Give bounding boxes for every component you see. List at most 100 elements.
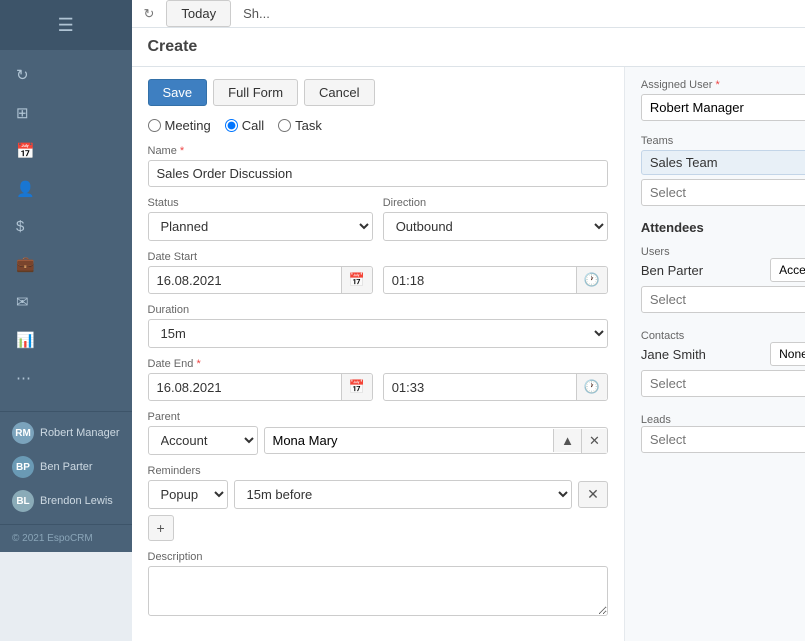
assigned-user-section: Assigned User * ▲ ✕ <box>641 79 805 121</box>
refresh-icon[interactable]: ↻ <box>144 6 155 22</box>
reminders-label: Reminders <box>148 465 608 477</box>
teams-select-field[interactable]: ▲ <box>641 179 805 206</box>
today-button[interactable]: Today <box>166 0 231 27</box>
date-start-input[interactable] <box>149 268 341 293</box>
date-start-row: Date Start 📅 🕐 <box>148 251 608 294</box>
direction-select[interactable]: Outbound Inbound <box>383 212 608 241</box>
add-reminder-button[interactable]: + <box>148 515 174 541</box>
contacts-select-input[interactable] <box>642 371 805 396</box>
date-end-field: 📅 <box>148 373 373 401</box>
sidebar-item-envelope[interactable]: ✉ <box>0 285 132 319</box>
reminders-row: Reminders Popup Email 5m before 10m befo… <box>148 465 608 541</box>
status-label: Status <box>148 197 373 209</box>
sidebar-item-calendar[interactable]: 📅 <box>0 134 132 168</box>
sidebar-item-more[interactable]: ⋯ <box>0 361 132 395</box>
parent-label: Parent <box>148 411 608 423</box>
users-select-input[interactable] <box>642 287 805 312</box>
attendee-status-select-ben[interactable]: Accepted Declined Tentative None <box>770 258 805 282</box>
calendar-icon: 📅 <box>16 142 35 160</box>
clock-end-icon[interactable]: 🕐 <box>576 374 607 400</box>
calendar-end-icon[interactable]: 📅 <box>341 374 372 400</box>
cancel-button[interactable]: Cancel <box>304 79 374 106</box>
teams-label: Teams <box>641 135 805 147</box>
teams-select-input[interactable] <box>642 180 805 205</box>
attendee-status-select-jane[interactable]: Accepted Declined Tentative None <box>770 342 805 366</box>
sidebar-item-briefcase[interactable]: 💼 <box>0 247 132 281</box>
parent-clear-icon[interactable]: ✕ <box>581 429 607 453</box>
name-label: Name * <box>148 145 608 157</box>
sidebar-item-chart[interactable]: 📊 <box>0 323 132 357</box>
name-field-row: Name * <box>148 145 608 187</box>
calendar-picker-icon[interactable]: 📅 <box>341 267 372 293</box>
contacts-section-label: Contacts <box>641 330 684 342</box>
attendees-contacts: Contacts Jane Smith Accepted Declined Te… <box>641 327 805 397</box>
avatar: BL <box>12 490 34 512</box>
sidebar-item-refresh[interactable]: ↻ <box>0 58 132 92</box>
attendee-name-ben: Ben Parter <box>641 263 764 278</box>
direction-label: Direction <box>383 197 608 209</box>
sidebar-contacts: RM Robert Manager BP Ben Parter BL Brend… <box>0 411 132 522</box>
avatar: BP <box>12 456 34 478</box>
share-label: Sh... <box>243 6 270 21</box>
duration-label: Duration <box>148 304 608 316</box>
sidebar-contact-ben[interactable]: BP Ben Parter <box>0 450 132 484</box>
refresh-icon: ↻ <box>16 66 29 84</box>
sidebar-footer: © 2021 EspoCRM <box>0 524 132 552</box>
reminder-type-select[interactable]: Popup Email <box>148 480 228 509</box>
attendees-users: Users Ben Parter Accepted Declined Tenta… <box>641 243 805 313</box>
contact-name: Robert Manager <box>40 427 120 439</box>
envelope-icon: ✉ <box>16 293 29 311</box>
reminder-val-select[interactable]: 5m before 10m before 15m before 30m befo… <box>234 480 573 509</box>
contacts-select-field[interactable]: ▲ <box>641 370 805 397</box>
more-icon: ⋯ <box>16 369 31 387</box>
date-start-inputs: 📅 🕐 <box>148 266 608 294</box>
contact-name: Ben Parter <box>40 461 93 473</box>
save-button[interactable]: Save <box>148 79 208 106</box>
sidebar-contact-brendon[interactable]: BL Brendon Lewis <box>0 484 132 518</box>
dollar-icon: $ <box>16 218 24 235</box>
full-form-button[interactable]: Full Form <box>213 79 298 106</box>
modal-title: Create <box>148 38 198 55</box>
parent-chevron-icon[interactable]: ▲ <box>553 429 581 452</box>
parent-row: Parent Account Contact Lead Opportunity … <box>148 411 608 455</box>
status-field-row: Status Planned Held Not Held <box>148 197 373 241</box>
attendee-name-jane: Jane Smith <box>641 347 764 362</box>
reminder-remove-icon[interactable]: ✕ <box>578 481 608 508</box>
time-end-input[interactable] <box>384 375 576 400</box>
sidebar-item-grid[interactable]: ⊞ <box>0 96 132 130</box>
user-icon: 👤 <box>16 180 35 198</box>
toolbar: Save Full Form Cancel <box>148 79 608 106</box>
sidebar-top: ☰ <box>0 0 132 50</box>
users-select-field[interactable]: ▲ <box>641 286 805 313</box>
date-end-input[interactable] <box>149 375 341 400</box>
radio-call[interactable]: Call <box>225 118 264 133</box>
radio-task[interactable]: Task <box>278 118 322 133</box>
time-end-field: 🕐 <box>383 373 608 401</box>
hamburger-icon[interactable]: ☰ <box>58 15 74 36</box>
leads-select-input[interactable] <box>642 427 805 452</box>
time-start-field: 🕐 <box>383 266 608 294</box>
clock-icon[interactable]: 🕐 <box>576 267 607 293</box>
direction-field-row: Direction Outbound Inbound <box>383 197 608 241</box>
parent-name-input[interactable] <box>265 428 554 453</box>
name-input[interactable] <box>148 160 608 187</box>
assigned-user-field: ▲ ✕ <box>641 94 805 121</box>
attendee-ben: Ben Parter Accepted Declined Tentative N… <box>641 258 805 282</box>
leads-select-field[interactable]: ▲ <box>641 426 805 453</box>
modal-area: Create Save Full Form Cancel Meeting <box>132 28 805 641</box>
sidebar-item-user[interactable]: 👤 <box>0 172 132 206</box>
description-input[interactable] <box>148 566 608 616</box>
sidebar-contact-robert[interactable]: RM Robert Manager <box>0 416 132 450</box>
duration-select[interactable]: 5m 10m 15m 30m 1h <box>148 319 608 348</box>
sidebar-item-dollar[interactable]: $ <box>0 210 132 243</box>
modal-header: Create <box>132 28 805 67</box>
parent-type-select[interactable]: Account Contact Lead Opportunity <box>148 426 258 455</box>
description-row: Description <box>148 551 608 619</box>
status-select[interactable]: Planned Held Not Held <box>148 212 373 241</box>
assigned-user-input[interactable] <box>642 95 805 120</box>
type-radio-group: Meeting Call Task <box>148 118 608 133</box>
modal-left: Save Full Form Cancel Meeting Call <box>132 67 625 641</box>
radio-meeting[interactable]: Meeting <box>148 118 211 133</box>
time-start-input[interactable] <box>384 268 576 293</box>
modal-right: Assigned User * ▲ ✕ Teams Sales Team ✕ <box>625 67 805 641</box>
